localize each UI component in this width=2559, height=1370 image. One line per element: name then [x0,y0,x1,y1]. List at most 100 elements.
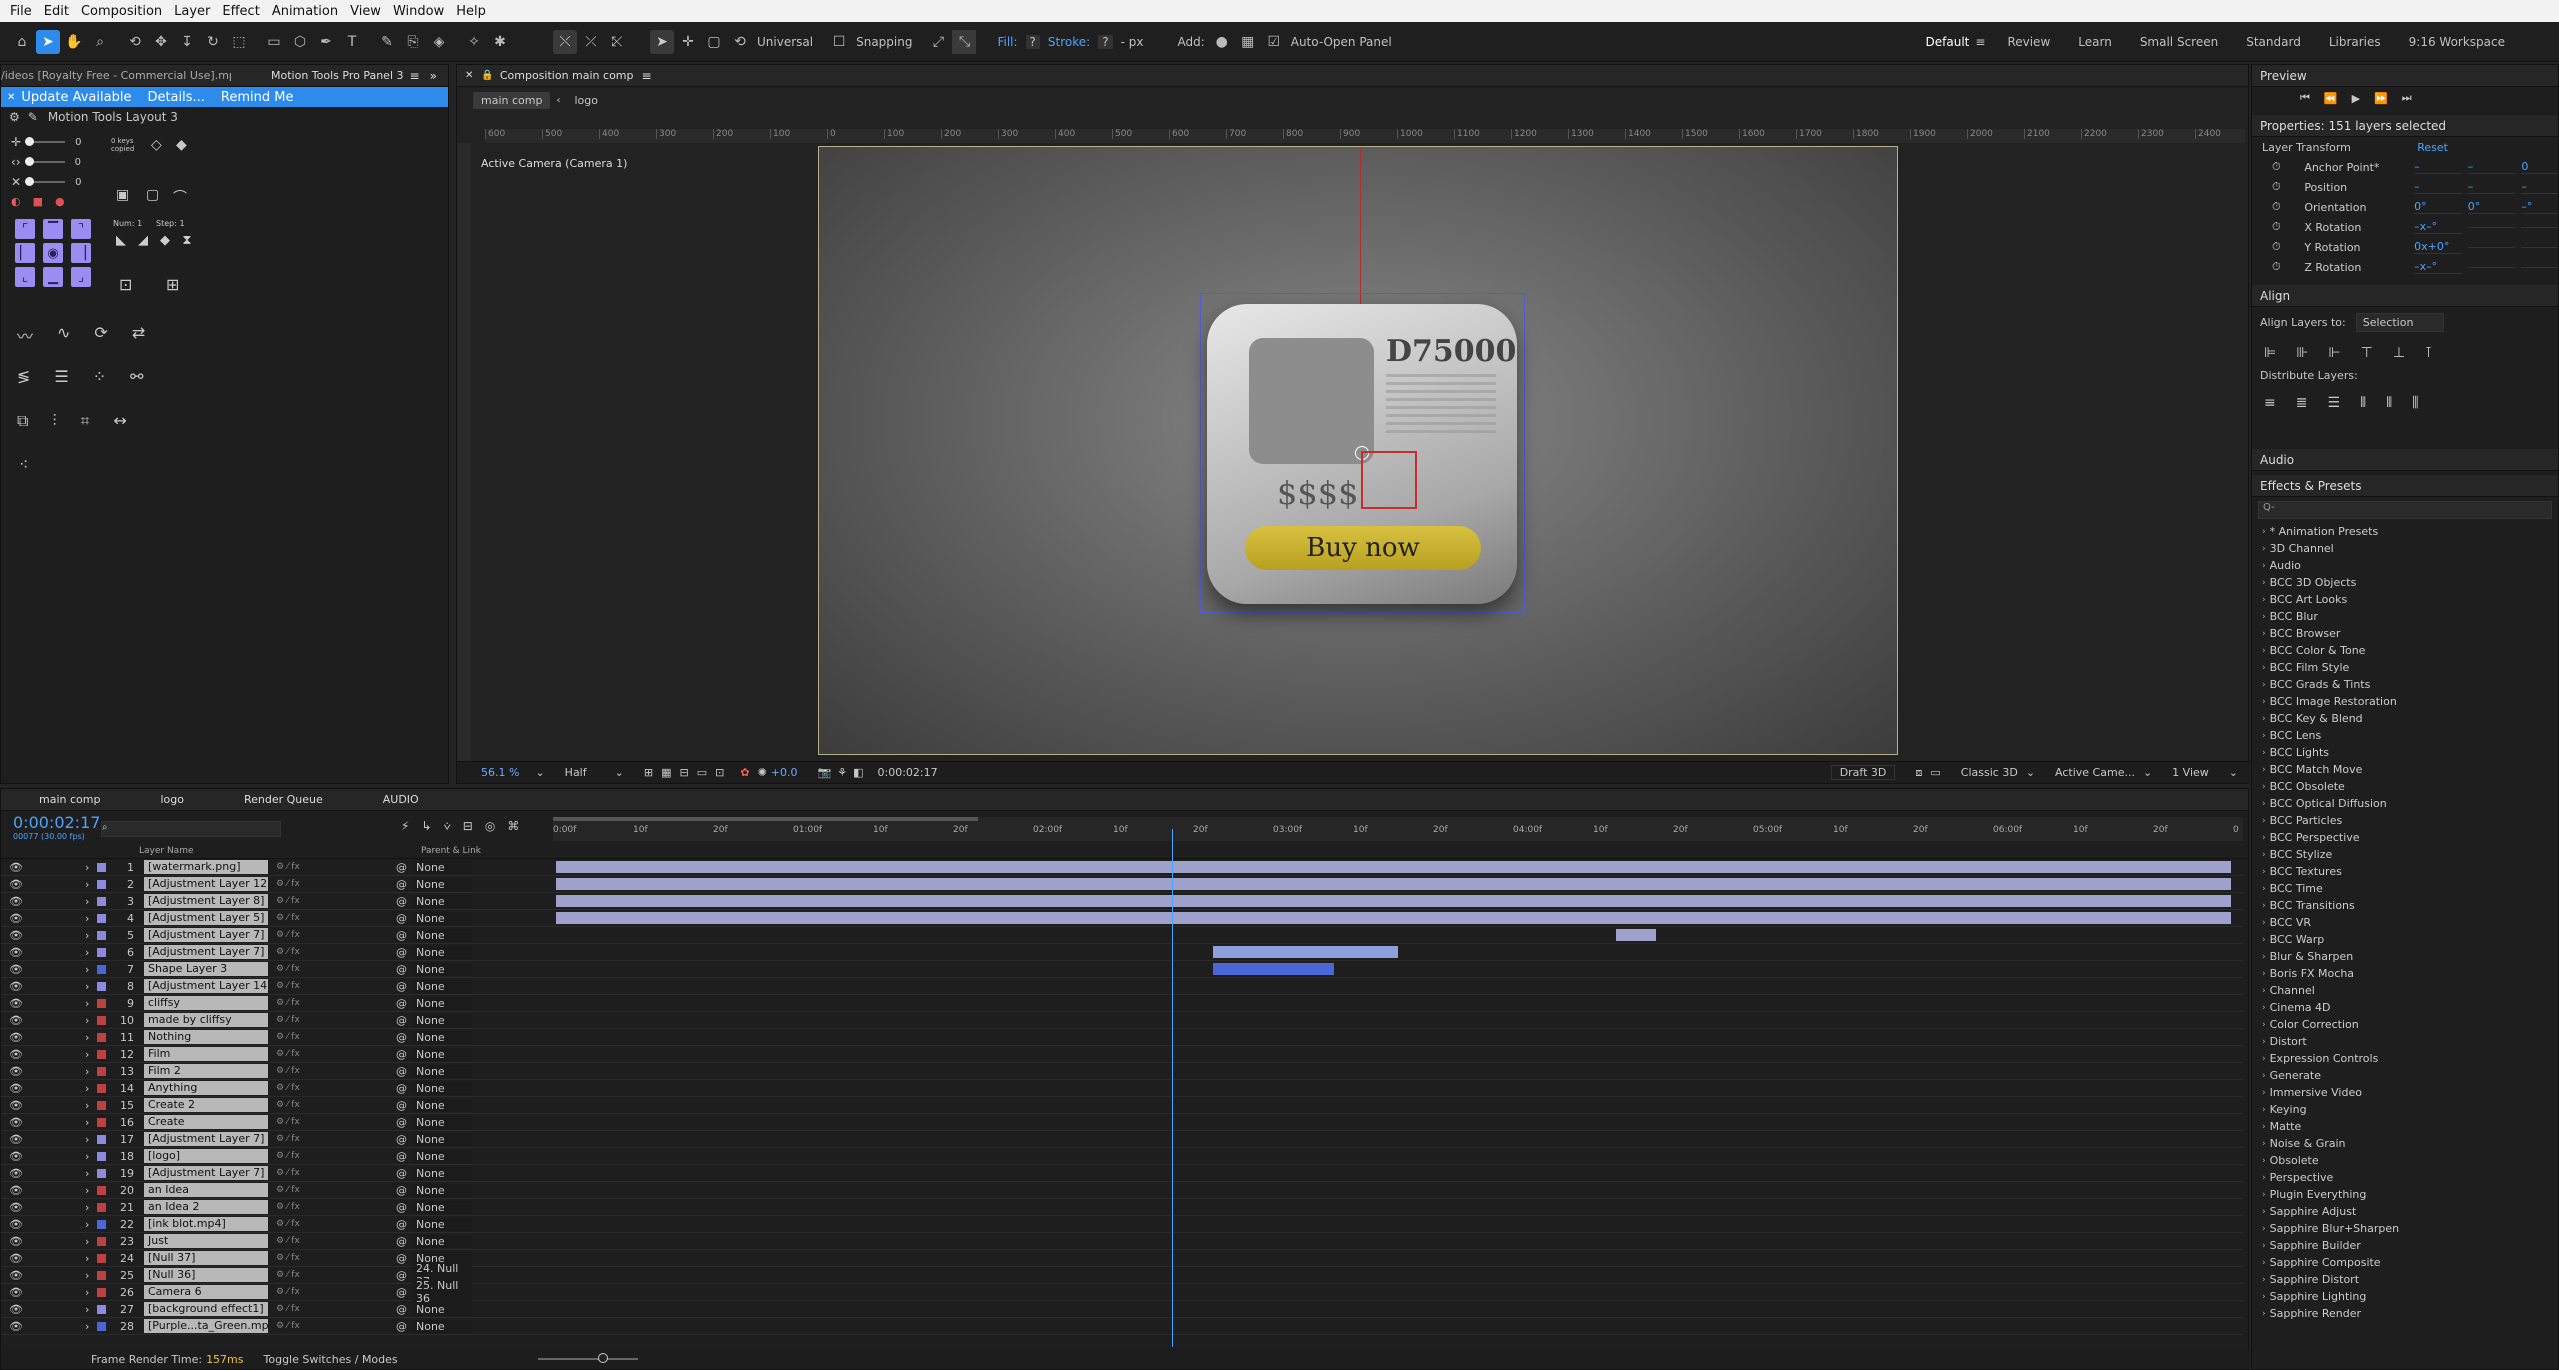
parent-link-icon[interactable]: @ [396,1133,412,1146]
layer-switches[interactable]: ⚙ ⁄ fx [276,896,396,906]
parent-select[interactable]: None [412,1047,472,1061]
property-value-2[interactable]: – [2467,160,2516,174]
breadcrumb-logo[interactable]: logo [574,94,598,107]
transparency-icon[interactable]: ▦ [661,766,671,779]
layer-row[interactable]: 👁 › 18 [logo] ⚙ ⁄ fx @ None [1,1148,2243,1165]
anchor-icon[interactable]: ⌒ [173,187,187,207]
next-frame-icon[interactable]: ⏩ [2374,92,2388,105]
ease-in-icon[interactable]: ◣ [113,233,129,248]
layer-color-label[interactable] [97,998,106,1008]
layer-color-label[interactable] [97,862,106,872]
layer-switches[interactable]: ⚙ ⁄ fx [276,1321,396,1331]
align-to-select[interactable]: Selection [2355,312,2445,332]
layer-row[interactable]: 👁 › 15 Create 2 ⚙ ⁄ fx @ None [1,1097,2243,1114]
parent-select[interactable]: None [412,1166,472,1180]
visibility-icon[interactable]: 👁 [9,963,25,976]
puppet-pin-icon[interactable]: ✱ [488,30,512,54]
parent-select[interactable]: None [412,1081,472,1095]
workspace-2[interactable]: Learn [2078,35,2112,49]
frame-blend-icon[interactable]: ⊟ [463,819,473,834]
chevron-right-icon[interactable]: › [2262,1071,2266,1081]
effect-category[interactable]: › Distort [2252,1033,2558,1050]
grid-icon[interactable]: ▦ [1236,30,1260,54]
layer-name[interactable]: Just [144,1234,268,1248]
layer-name[interactable]: Create 2 [144,1098,268,1112]
effects-search[interactable]: Q- [2258,501,2552,519]
effect-category[interactable]: › Blur & Sharpen [2252,948,2558,965]
stopwatch-icon[interactable]: ⏱ [2272,160,2290,174]
anchor-point-icon[interactable]: ⊡ [119,275,132,294]
exposure-value[interactable]: +0.0 [771,766,798,779]
parent-link-icon[interactable]: @ [396,1303,412,1316]
parent-link-icon[interactable]: @ [396,929,412,942]
expand-arrow-icon[interactable]: › [85,1269,97,1282]
pan-tool-icon[interactable]: ✥ [149,30,173,54]
visibility-icon[interactable]: 👁 [9,861,25,874]
chevron-right-icon[interactable]: › [2262,612,2266,622]
effect-category[interactable]: › BCC 3D Objects [2252,574,2558,591]
reset-link[interactable]: Reset [2417,141,2448,154]
parent-link-icon[interactable]: @ [396,878,412,891]
effect-category[interactable]: › BCC Lights [2252,744,2558,761]
layer-row[interactable]: 👁 › 17 [Adjustment Layer 7] ⚙ ⁄ fx @ None [1,1131,2243,1148]
move-x-icon[interactable]: ✛ [11,135,21,149]
effect-category[interactable]: › BCC Optical Diffusion [2252,795,2558,812]
layer-duration-bar[interactable] [556,912,2231,924]
chevron-right-icon[interactable]: › [2262,731,2266,741]
rotate-mode-icon[interactable]: ⟲ [728,30,752,54]
property-value-1[interactable]: – [2414,160,2462,174]
expand-arrow-icon[interactable]: › [85,1048,97,1061]
layer-color-label[interactable] [97,947,106,957]
chevron-right-icon[interactable]: › [2262,1003,2266,1013]
visibility-icon[interactable]: 👁 [9,1320,25,1333]
parent-select[interactable]: None [412,860,472,874]
chevron-right-icon[interactable]: › [2262,1241,2266,1251]
layer-switches[interactable]: ⚙ ⁄ fx [276,981,396,991]
add-circle-icon[interactable]: ● [1210,30,1234,54]
link-icon[interactable]: ⚯ [130,367,143,386]
monitor-icon[interactable]: ▭ [1930,766,1940,779]
visibility-icon[interactable]: 👁 [9,1303,25,1316]
layer-switches[interactable]: ⚙ ⁄ fx [276,1304,396,1314]
chevron-right-icon[interactable]: › [2262,1088,2266,1098]
distribute-left-icon[interactable]: ⦀ [2360,395,2366,411]
chevron-right-icon[interactable]: › [2262,527,2266,537]
chevron-right-icon[interactable]: › [2262,765,2266,775]
expand-arrow-icon[interactable]: › [85,1014,97,1027]
visibility-icon[interactable]: 👁 [9,946,25,959]
eraser-tool-icon[interactable]: ◈ [427,30,451,54]
chevron-right-icon[interactable]: › [2262,850,2266,860]
align-top-icon[interactable]: ▔ [43,219,63,239]
chevron-down-icon[interactable]: ⌄ [2026,766,2035,779]
effect-category[interactable]: › Obsolete [2252,1152,2558,1169]
visibility-icon[interactable]: 👁 [9,1201,25,1214]
parent-select[interactable]: None [412,1217,472,1231]
layer-name[interactable]: Nothing [144,1030,268,1044]
resolution-dropdown[interactable]: Half [565,766,615,779]
workspace-3[interactable]: Small Screen [2140,35,2218,49]
layer-duration-bar[interactable] [556,861,2231,873]
slider-value[interactable]: 0 [75,137,81,148]
menu-effect[interactable]: Effect [216,4,265,19]
expand-arrow-icon[interactable]: › [85,1082,97,1095]
selected-layer-box[interactable] [1361,451,1417,509]
expand-arrow-icon[interactable]: › [85,1150,97,1163]
parent-select[interactable]: None [412,1302,472,1316]
effect-category[interactable]: › BCC Particles [2252,812,2558,829]
align-right-edge-icon[interactable]: ⊩ [2328,345,2340,361]
effect-category[interactable]: › Color Correction [2252,1016,2558,1033]
property-value-3[interactable]: 0 [2521,160,2559,174]
breadcrumb-main[interactable]: main comp [473,91,551,109]
layer-switches[interactable]: ⚙ ⁄ fx [276,964,396,974]
property-value-1[interactable]: – [2414,180,2462,194]
layer-row[interactable]: 👁 › 8 [Adjustment Layer 14] ⚙ ⁄ fx @ None [1,978,2243,995]
layer-duration-bar[interactable] [1213,963,1334,975]
visibility-icon[interactable]: 👁 [9,1116,25,1129]
chevron-right-icon[interactable]: › [2262,1275,2266,1285]
parent-select[interactable]: None [412,894,472,908]
menu-animation[interactable]: Animation [266,4,344,19]
distribute-icon[interactable]: ↔ [113,411,126,431]
square-filled-icon[interactable]: ▣ [116,187,129,203]
scale-mode-icon[interactable]: ▢ [702,30,726,54]
renderer-dropdown[interactable]: Classic 3D [1961,766,2018,779]
